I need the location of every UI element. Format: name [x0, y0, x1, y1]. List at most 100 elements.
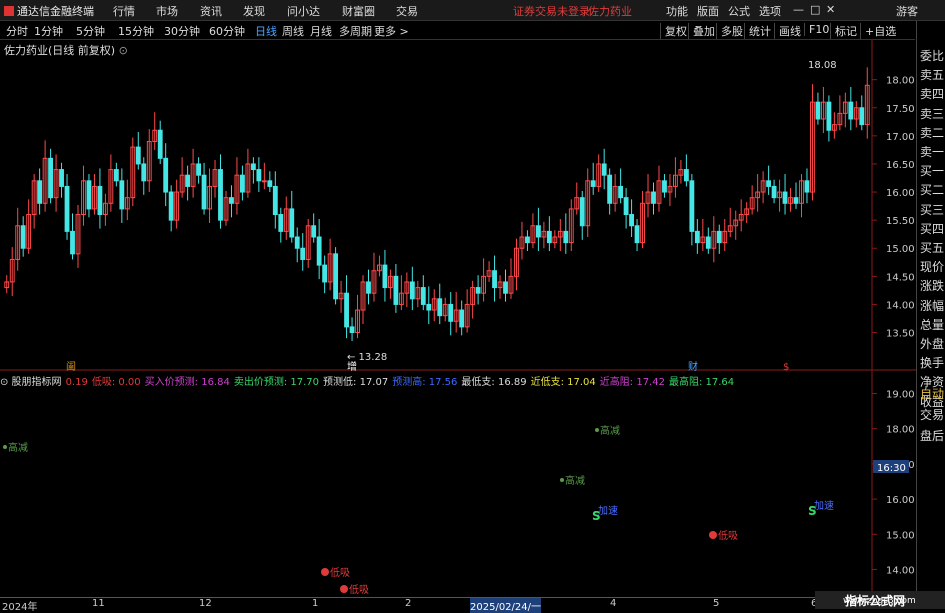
candle-body — [579, 197, 585, 227]
indicator-item: 最高阻: 17.64 — [668, 377, 735, 388]
lower-tick-label: 15.00 — [886, 530, 915, 541]
candle-body — [70, 230, 75, 255]
candle-body — [766, 180, 772, 187]
candle-body — [366, 281, 371, 294]
quote-field-label[interactable]: 卖一 — [920, 143, 944, 160]
quote-field-label[interactable]: 换手 — [920, 354, 944, 371]
candle-body — [618, 185, 624, 199]
date-label: 5 — [713, 598, 720, 609]
candle-body — [157, 129, 163, 159]
candle-body — [662, 180, 667, 193]
kline-chart[interactable]: 18.00 17.50 17.00 16.50 16.00 15.50 15.00 14.50… — [0, 0, 916, 609]
quote-field-label[interactable]: 涨幅 — [920, 297, 944, 314]
candle-body — [771, 185, 777, 199]
candle-body — [848, 101, 854, 120]
candle-body — [97, 185, 103, 216]
price-tick-label: 14.50 — [886, 272, 915, 283]
candle-body — [289, 208, 295, 238]
signal-dot — [560, 478, 564, 482]
quote-field-label[interactable]: 买二 — [920, 181, 944, 198]
quote-field-label[interactable]: 买五 — [920, 239, 944, 256]
candle-body — [256, 169, 262, 182]
candle-body — [601, 163, 607, 176]
quote-field-label[interactable]: 买一 — [920, 162, 944, 179]
candle-body — [311, 225, 317, 238]
candle-body — [300, 247, 306, 260]
indicator-value: 0.19 — [65, 377, 88, 388]
date-label: 4 — [610, 598, 617, 609]
event-marker: 财 — [688, 360, 698, 373]
quote-field-label[interactable]: 自动 — [920, 385, 944, 402]
price-tick-label: 16.50 — [886, 160, 915, 171]
indicator-item: 预测高: 17.56 — [392, 377, 458, 388]
candle-body — [163, 157, 169, 193]
watermark-url: www.zbgs3.com — [843, 596, 916, 606]
candle-body — [426, 303, 432, 311]
price-tick-label: 13.50 — [886, 329, 915, 340]
candle-body — [437, 298, 443, 317]
candle-body — [689, 180, 695, 232]
candle-body — [793, 197, 799, 204]
quote-field-label[interactable]: 卖二 — [920, 124, 944, 141]
candle-body — [459, 309, 465, 328]
quote-field-label[interactable]: 委比 — [920, 47, 944, 64]
candle-body — [113, 169, 119, 182]
candle-body — [546, 230, 552, 244]
candle-body — [294, 236, 300, 249]
quote-field-label[interactable]: 卖三 — [920, 105, 944, 122]
candle-body — [229, 197, 234, 204]
quote-field-label[interactable]: 买四 — [920, 220, 944, 237]
indicator-item: 卖出价预测: 17.70 — [233, 377, 320, 388]
candle-body — [64, 185, 70, 232]
quote-field-label[interactable]: 买三 — [920, 201, 944, 218]
candle-body — [168, 191, 174, 221]
quote-field-label[interactable]: 涨跌 — [920, 277, 944, 294]
candle-body — [826, 101, 832, 131]
candle-body — [804, 180, 810, 193]
quote-field-label[interactable]: 卖四 — [920, 85, 944, 102]
candle-body — [503, 281, 508, 294]
candle-body — [683, 169, 689, 182]
price-tick-label: 17.50 — [886, 104, 915, 115]
candle-body — [634, 225, 640, 244]
max-price-label: 18.08 — [808, 60, 837, 71]
candle-body — [623, 197, 629, 216]
candle-body — [492, 270, 497, 289]
lower-tick-label: 16.00 — [886, 495, 915, 506]
candle-body — [590, 180, 596, 187]
candle-body — [37, 180, 43, 204]
candle-body — [694, 230, 700, 244]
candle-body — [316, 236, 322, 266]
quote-field-label[interactable]: 交易 — [920, 406, 944, 423]
candle-body — [267, 180, 273, 187]
quote-field-label[interactable]: 现价 — [920, 258, 944, 275]
quote-field-label[interactable]: 外盘 — [920, 335, 944, 352]
signal-high-reduce: 高减 — [565, 474, 585, 487]
signal-low-icon — [709, 531, 717, 539]
current-time-tag: 16:30 — [877, 463, 906, 474]
candle-body — [475, 287, 481, 294]
candle-body — [420, 287, 426, 305]
candle-body — [349, 326, 355, 334]
signal-add: 加速 — [814, 500, 834, 512]
quote-field-label[interactable]: 盘后 — [920, 427, 944, 444]
quote-field-label[interactable]: 卖五 — [920, 66, 944, 83]
candle-body — [240, 174, 245, 193]
indicator-name[interactable]: ⊙ 股朋指标网 — [0, 377, 62, 388]
date-label: 2025/02/24/一 — [470, 598, 542, 613]
indicator-item: 近低支: 17.04 — [530, 377, 596, 388]
price-tick-label: 17.00 — [886, 132, 915, 143]
signal-low-icon — [340, 585, 348, 593]
lower-tick-label: 14.00 — [886, 565, 915, 576]
signal-dot — [595, 428, 599, 432]
price-tick-label: 14.00 — [886, 300, 915, 311]
date-label: 2024年 — [2, 602, 38, 613]
date-axis: 2024年1112122025/02/24/一456 — [0, 597, 916, 613]
candle-body — [322, 264, 328, 283]
candle-body — [448, 303, 454, 322]
indicator-item: 近高阻: 17.42 — [599, 377, 665, 388]
quote-field-label[interactable]: 总量 — [920, 316, 944, 333]
candle-body — [859, 107, 865, 126]
candle-body — [218, 169, 223, 221]
candle-body — [393, 275, 399, 305]
